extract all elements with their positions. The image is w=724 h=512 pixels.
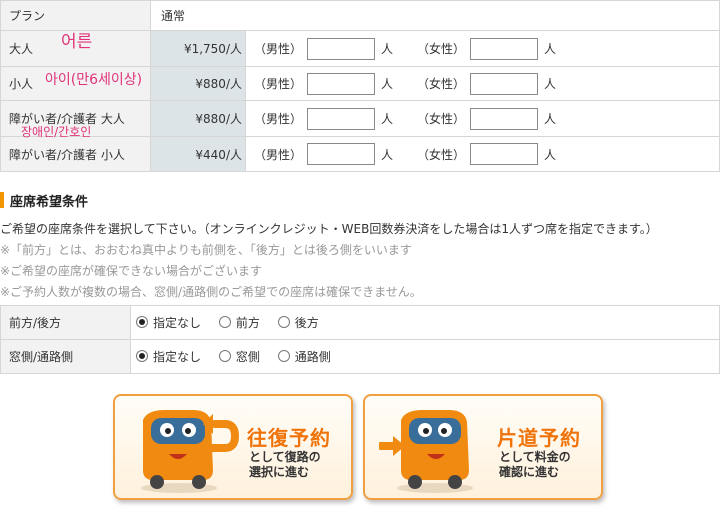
seat-row-label: 窓側/通路側 [0,339,131,374]
fare-row-child: 小人 아이(만6세이상) ¥880/人 （男性） 人 （女性） 人 [0,66,720,101]
male-count-input[interactable] [307,143,376,165]
seat-row-window-aisle: 窓側/通路側 指定なし 窓側 通路側 [0,339,720,374]
bus-mascot-icon [141,410,239,493]
female-label: （女性） [417,147,466,162]
category-label: 小人 [9,77,34,91]
female-count-input[interactable] [470,143,539,165]
radio-circle[interactable] [136,316,148,329]
button-subtitle: として料金の 確認に進む [499,450,571,480]
note-line: ご希望の座席条件を選択して下さい。（オンラインクレジット・WEB回数券決済をした… [0,222,658,236]
bus-mascot-icon [379,410,473,493]
female-label: （女性） [417,112,466,126]
seat-row-label: 前方/後方 [0,305,131,340]
male-count-input[interactable] [307,107,376,130]
button-title: 往復予約 [247,426,331,450]
radio-back[interactable]: 後方 [277,314,319,331]
button-subtitle-line: として復路の [249,450,321,464]
plan-row: プラン 通常 [0,0,720,31]
handwritten-note: 아이(만6세이상) [45,72,143,88]
unit-label: 人 [544,42,557,56]
radio-circle[interactable] [218,350,231,363]
price: ¥440/人 [150,136,246,172]
radio-no-preference[interactable]: 指定なし [136,314,201,331]
radio-circle[interactable] [218,316,231,329]
unit-label: 人 [381,77,394,91]
note-line: ※ご希望の座席が確保できない場合がございます [0,264,263,278]
seat-row-front-back: 前方/後方 指定なし 前方 後方 [0,305,720,340]
heading-accent-bar [0,192,4,208]
one-way-button[interactable]: 片道予約 として料金の 確認に進む [363,394,603,500]
radio-aisle[interactable]: 通路側 [277,348,331,365]
male-label: （男性） [254,147,303,162]
category-label: 大人 [9,42,34,56]
female-label: （女性） [417,42,466,56]
radio-window[interactable]: 窓側 [218,348,260,365]
price: ¥1,750/人 [150,30,246,67]
female-count-input[interactable] [470,72,539,95]
male-count-input[interactable] [307,72,376,95]
button-subtitle-line: 確認に進む [499,465,560,479]
radio-no-preference[interactable]: 指定なし [136,348,201,365]
note-line: ※「前方」とは、おおむね真中よりも前側を、「後方」とは後ろ側をいいます [0,243,412,257]
fare-row-disabled-child: 障がい者/介護者 小人 ¥440/人 （男性） 人 （女性） 人 [0,136,720,172]
price: ¥880/人 [150,66,246,101]
female-count-input[interactable] [470,37,539,60]
seat-notes: ご希望の座席条件を選択して下さい。（オンラインクレジット・WEB回数券決済をした… [0,219,724,303]
male-label: （男性） [254,42,303,56]
unit-label: 人 [544,147,557,162]
male-label: （男性） [254,77,303,91]
price: ¥880/人 [150,100,246,137]
note-line: ※ご予約人数が複数の場合、窓側/通路側のご希望での座席は確保できません。 [0,285,422,299]
handwritten-note: 어른 [61,32,93,52]
radio-circle[interactable] [277,316,290,329]
female-label: （女性） [417,77,466,91]
unit-label: 人 [381,112,394,126]
section-heading: 座席希望条件 [0,191,89,210]
button-title: 片道予約 [497,426,581,450]
button-subtitle-line: 選択に進む [249,465,310,479]
radio-front[interactable]: 前方 [218,314,260,331]
unit-label: 人 [381,147,394,162]
radio-circle[interactable] [277,350,290,363]
plan-label: プラン [0,0,151,31]
section-title: 座席希望条件 [10,194,89,210]
round-trip-button[interactable]: 往復予約 として復路の 選択に進む [113,394,353,500]
unit-label: 人 [544,77,557,91]
plan-value: 通常 [150,0,720,31]
unit-label: 人 [544,112,557,126]
unit-label: 人 [381,42,394,56]
fare-row-disabled-adult: 障がい者/介護者 大人 장애인/간호인 ¥880/人 （男性） 人 （女性） 人 [0,100,720,139]
button-subtitle: として復路の 選択に進む [249,450,321,480]
fare-table: プラン 通常 大人 어른 ¥1,750/人 （男性） 人 （女性） 人 小人 아… [0,0,720,172]
fare-row-adult: 大人 어른 ¥1,750/人 （男性） 人 （女性） 人 [0,30,720,67]
male-count-input[interactable] [307,37,376,60]
radio-circle[interactable] [136,350,148,363]
male-label: （男性） [254,112,303,126]
seat-preference-table: 前方/後方 指定なし 前方 後方 窓側/通路側 指定なし 窓側 通路側 [0,305,720,374]
female-count-input[interactable] [470,107,539,130]
category-label: 障がい者/介護者 小人 [9,147,125,162]
button-subtitle-line: として料金の [499,450,571,464]
